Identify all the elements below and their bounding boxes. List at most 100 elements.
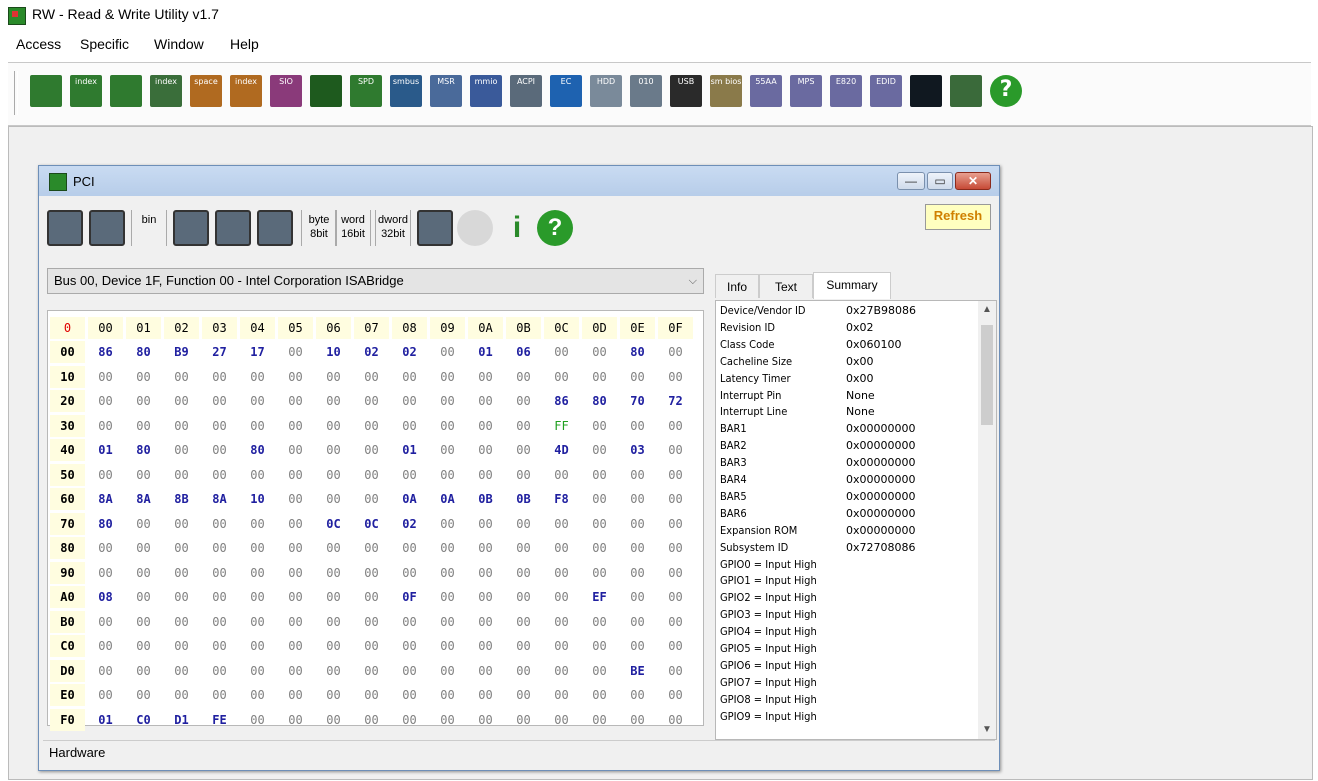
hex-cell[interactable]: D1 bbox=[164, 709, 199, 731]
hex-cell[interactable]: 00 bbox=[164, 562, 199, 584]
hex-cell[interactable]: 00 bbox=[506, 562, 541, 584]
hex-cell[interactable]: 01 bbox=[88, 709, 123, 731]
hex-cell[interactable]: 00 bbox=[430, 562, 465, 584]
hex-cell[interactable]: 00 bbox=[240, 586, 275, 608]
hex-cell[interactable]: 00 bbox=[88, 562, 123, 584]
hex-cell[interactable]: 00 bbox=[354, 415, 389, 437]
sio-icon[interactable]: SIO bbox=[270, 75, 302, 107]
hex-cell[interactable]: 00 bbox=[316, 439, 351, 461]
disabled-icon[interactable] bbox=[457, 210, 493, 246]
hex-cell[interactable]: 00 bbox=[658, 366, 693, 388]
hex-cell[interactable]: 00 bbox=[126, 586, 161, 608]
hex-cell[interactable]: 00 bbox=[620, 464, 655, 486]
hex-cell[interactable]: 0F bbox=[392, 586, 427, 608]
hex-cell[interactable]: 00 bbox=[582, 488, 617, 510]
55aa-icon[interactable]: 55AA bbox=[750, 75, 782, 107]
hex-cell[interactable]: 00 bbox=[620, 415, 655, 437]
hex-cell[interactable]: 0B bbox=[468, 488, 503, 510]
hex-cell[interactable]: 00 bbox=[544, 366, 579, 388]
hex-cell[interactable]: 00 bbox=[658, 513, 693, 535]
hex-cell[interactable]: 00 bbox=[164, 611, 199, 633]
hex-cell[interactable]: 00 bbox=[354, 635, 389, 657]
hex-cell[interactable]: 27 bbox=[202, 341, 237, 363]
hex-cell[interactable]: 0A bbox=[392, 488, 427, 510]
tab-text[interactable]: Text bbox=[759, 274, 813, 298]
hex-cell[interactable]: 00 bbox=[544, 684, 579, 706]
hex-cell[interactable]: 00 bbox=[354, 537, 389, 559]
hex-cell[interactable]: 00 bbox=[582, 537, 617, 559]
hex-cell[interactable]: 00 bbox=[468, 415, 503, 437]
spd-icon[interactable]: SPD bbox=[350, 75, 382, 107]
hex-cell[interactable]: 00 bbox=[126, 684, 161, 706]
hex-cell[interactable]: 00 bbox=[392, 635, 427, 657]
ram-index-icon[interactable]: index bbox=[150, 75, 182, 107]
ram-icon[interactable] bbox=[110, 75, 142, 107]
hex-cell[interactable]: 00 bbox=[278, 439, 313, 461]
hex-cell[interactable]: 00 bbox=[88, 390, 123, 412]
hex-cell[interactable]: 00 bbox=[164, 464, 199, 486]
scroll-down-icon[interactable]: ▼ bbox=[978, 721, 996, 739]
hex-cell[interactable]: 00 bbox=[202, 586, 237, 608]
hex-cell[interactable]: 00 bbox=[278, 513, 313, 535]
hex-cell[interactable]: 00 bbox=[278, 390, 313, 412]
hex-cell[interactable]: 00 bbox=[582, 513, 617, 535]
hex-cell[interactable]: 00 bbox=[392, 366, 427, 388]
hex-cell[interactable]: 70 bbox=[620, 390, 655, 412]
hex-cell[interactable]: 06 bbox=[506, 341, 541, 363]
hex-cell[interactable]: 00 bbox=[240, 513, 275, 535]
hex-cell[interactable]: 00 bbox=[430, 513, 465, 535]
hex-cell[interactable]: 00 bbox=[354, 611, 389, 633]
hex-cell[interactable]: 00 bbox=[620, 513, 655, 535]
hex-cell[interactable]: 00 bbox=[354, 586, 389, 608]
hex-cell[interactable]: 00 bbox=[468, 537, 503, 559]
hex-cell[interactable]: 00 bbox=[164, 635, 199, 657]
hex-cell[interactable]: 02 bbox=[392, 341, 427, 363]
hex-cell[interactable]: 00 bbox=[316, 709, 351, 731]
hex-cell[interactable]: 00 bbox=[164, 684, 199, 706]
hex-cell[interactable]: 00 bbox=[582, 341, 617, 363]
hex-cell[interactable]: 80 bbox=[88, 513, 123, 535]
hex-cell[interactable]: 00 bbox=[278, 660, 313, 682]
hex-cell[interactable]: 00 bbox=[468, 684, 503, 706]
io-index-icon[interactable]: index bbox=[230, 75, 262, 107]
smbios-icon[interactable]: sm bios bbox=[710, 75, 742, 107]
hex-cell[interactable]: 00 bbox=[126, 660, 161, 682]
hex-cell[interactable]: 00 bbox=[468, 390, 503, 412]
hex-cell[interactable]: 10 bbox=[240, 488, 275, 510]
hex-cell[interactable]: 00 bbox=[658, 562, 693, 584]
hex-cell[interactable]: 00 bbox=[126, 366, 161, 388]
hex-cell[interactable]: 0B bbox=[506, 488, 541, 510]
hex-cell[interactable]: 00 bbox=[430, 635, 465, 657]
hex-cell[interactable]: 10 bbox=[316, 341, 351, 363]
hex-cell[interactable]: 00 bbox=[316, 415, 351, 437]
menu-access[interactable]: Access bbox=[16, 36, 61, 52]
hex-cell[interactable]: 00 bbox=[430, 439, 465, 461]
hex-cell[interactable]: 8A bbox=[202, 488, 237, 510]
hex-cell[interactable]: 00 bbox=[506, 660, 541, 682]
close-button[interactable]: ✕ bbox=[955, 172, 991, 190]
hex-cell[interactable]: 00 bbox=[468, 586, 503, 608]
hex-cell[interactable]: 00 bbox=[240, 366, 275, 388]
hex-cell[interactable]: 80 bbox=[240, 439, 275, 461]
hex-cell[interactable]: 00 bbox=[506, 366, 541, 388]
hex-cell[interactable]: 00 bbox=[88, 684, 123, 706]
hex-cell[interactable]: 72 bbox=[658, 390, 693, 412]
menu-specific[interactable]: Specific bbox=[80, 36, 129, 52]
hex-cell[interactable]: 00 bbox=[278, 415, 313, 437]
hex-cell[interactable]: 00 bbox=[544, 513, 579, 535]
hex-cell[interactable]: 00 bbox=[544, 562, 579, 584]
hex-cell[interactable]: 0C bbox=[316, 513, 351, 535]
hex-cell[interactable]: 17 bbox=[240, 341, 275, 363]
hex-cell[interactable]: 00 bbox=[582, 439, 617, 461]
hex-cell[interactable]: 00 bbox=[354, 488, 389, 510]
hex-cell[interactable]: 00 bbox=[392, 537, 427, 559]
hex-cell[interactable]: 00 bbox=[354, 684, 389, 706]
hex-cell[interactable]: 00 bbox=[240, 464, 275, 486]
hex-cell[interactable]: 00 bbox=[354, 562, 389, 584]
hex-cell[interactable]: 00 bbox=[468, 709, 503, 731]
tab-summary[interactable]: Summary bbox=[813, 272, 891, 299]
hex-cell[interactable]: 00 bbox=[278, 464, 313, 486]
hex-cell[interactable]: 00 bbox=[392, 390, 427, 412]
hex-cell[interactable]: 80 bbox=[126, 341, 161, 363]
hex-cell[interactable]: 00 bbox=[468, 611, 503, 633]
